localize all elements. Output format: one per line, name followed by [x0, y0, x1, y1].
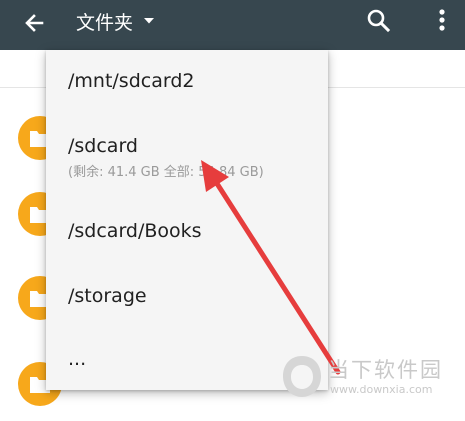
watermark-logo-icon	[283, 356, 321, 397]
menu-item-path: /storage	[68, 285, 147, 307]
search-icon	[367, 9, 391, 33]
menu-item-mnt-sdcard2[interactable]: /mnt/sdcard2	[46, 70, 328, 92]
caret-down-icon	[144, 18, 155, 24]
storage-path-menu: /mnt/sdcard2 /sdcard (剩余: 41.4 GB 全部: 54…	[46, 50, 328, 390]
more-vert-icon	[439, 9, 445, 31]
back-button[interactable]	[18, 6, 52, 40]
menu-item-sdcard[interactable]: /sdcard (剩余: 41.4 GB 全部: 54.84 GB)	[46, 135, 328, 180]
folder-dropdown-button[interactable]: 文件夹	[76, 6, 155, 36]
menu-item-sdcard-books[interactable]: /sdcard/Books	[46, 220, 328, 242]
watermark-name: 当下软件园	[328, 358, 443, 382]
menu-item-path: /mnt/sdcard2	[68, 70, 195, 92]
app-toolbar: 文件夹	[0, 0, 465, 50]
menu-item-path: /sdcard	[68, 135, 138, 157]
watermark-url: www.downxia.com	[330, 383, 433, 396]
toolbar-title: 文件夹	[76, 11, 134, 34]
storage-info: (剩余: 41.4 GB 全部: 54.84 GB)	[68, 165, 264, 180]
menu-item-storage[interactable]: /storage	[46, 285, 328, 307]
menu-item-path: /sdcard/Books	[68, 220, 202, 242]
search-button[interactable]	[363, 5, 395, 37]
more-options-button[interactable]	[432, 5, 452, 37]
watermark: 当下软件园 www.downxia.com	[280, 350, 460, 405]
arrow-back-icon	[25, 14, 44, 32]
